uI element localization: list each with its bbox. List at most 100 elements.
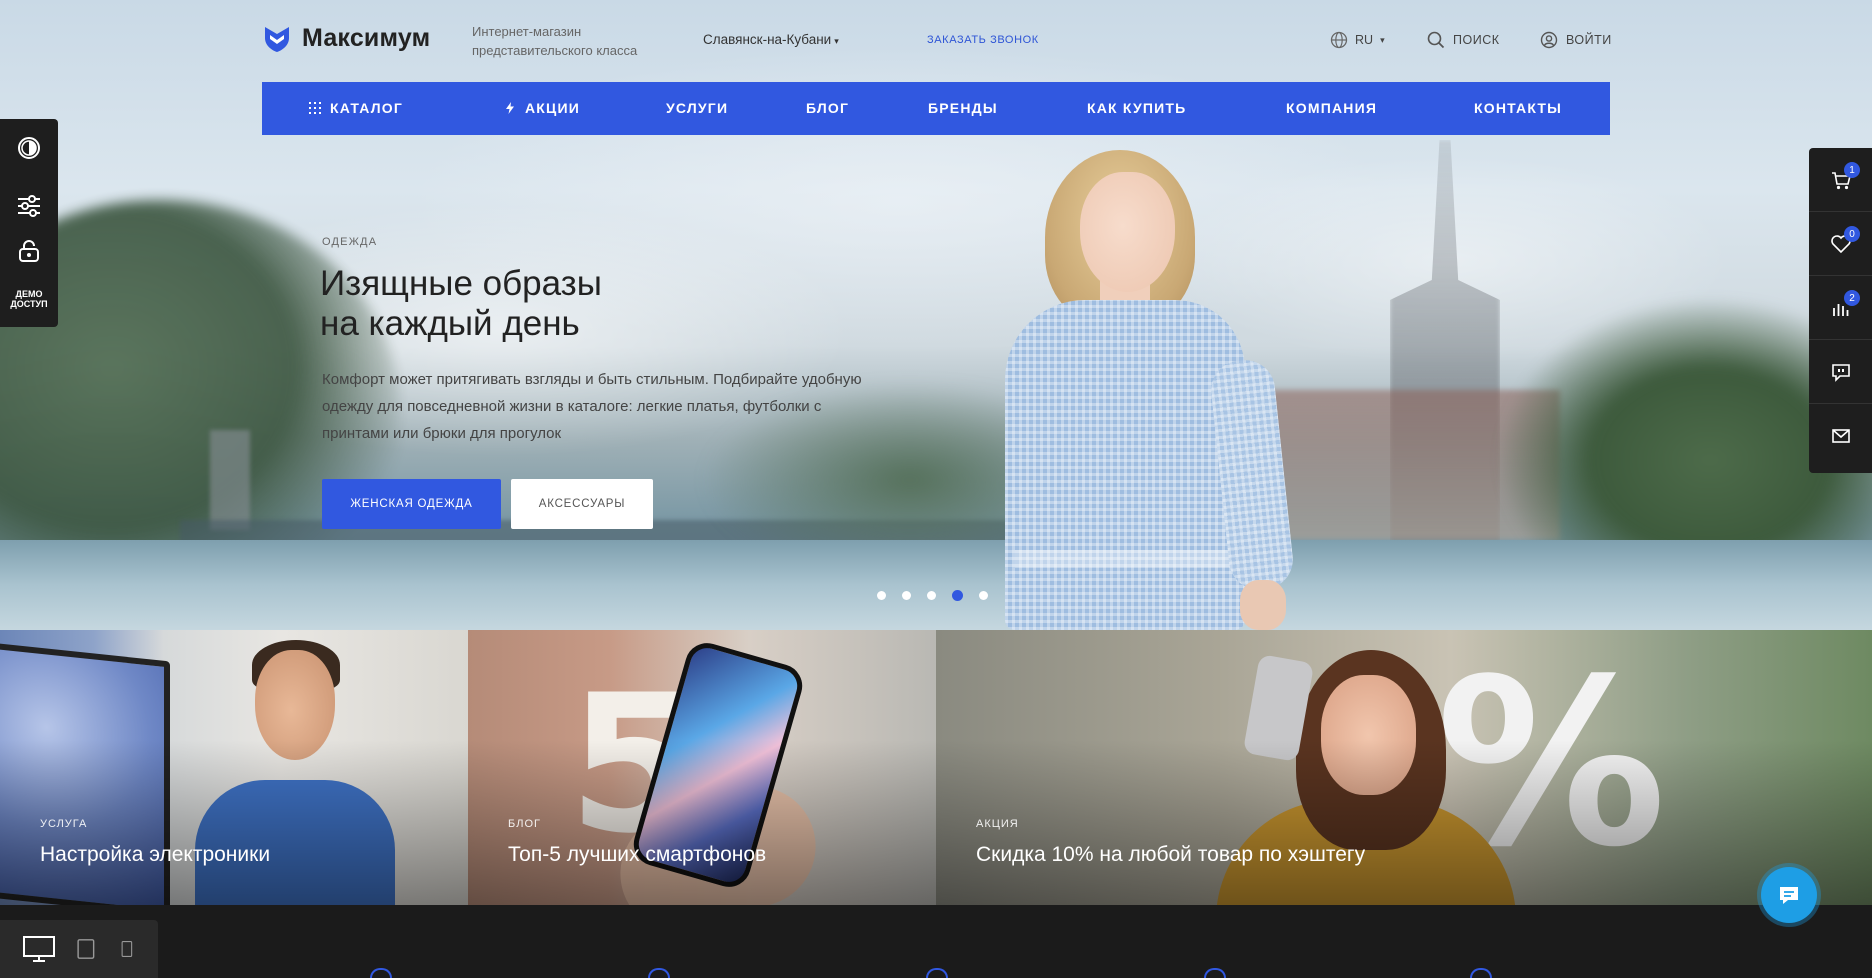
login-label: войти bbox=[1566, 33, 1612, 47]
nav-item-how-to-buy[interactable]: КАК КУПИТЬ bbox=[1087, 100, 1186, 116]
tablet-icon[interactable] bbox=[76, 934, 100, 964]
percent-graphic: % bbox=[1436, 631, 1667, 898]
compare-count-badge: 2 bbox=[1844, 290, 1860, 306]
main-nav: КАТАЛОГ АКЦИИ УСЛУГИ БЛОГ БРЕНДЫ КАК КУП… bbox=[262, 82, 1610, 135]
slider-dot-active[interactable] bbox=[952, 590, 963, 601]
feature-icon bbox=[370, 968, 392, 978]
demo-label-line: ДЕМО bbox=[15, 289, 43, 299]
nav-label: АКЦИИ bbox=[525, 100, 581, 116]
settings-button[interactable] bbox=[0, 177, 58, 235]
demo-access-label: ДЕМО ДОСТУП bbox=[0, 289, 58, 309]
left-tool-panel: ДЕМО ДОСТУП bbox=[0, 119, 58, 327]
compare-button[interactable]: 2 bbox=[1809, 276, 1872, 340]
nav-item-company[interactable]: КОМПАНИЯ bbox=[1286, 100, 1377, 116]
nav-label: КОНТАКТЫ bbox=[1474, 100, 1563, 116]
nav-label: БРЕНДЫ bbox=[928, 100, 998, 116]
feedback-button[interactable] bbox=[1809, 340, 1872, 404]
feature-icon bbox=[926, 968, 948, 978]
nav-item-brands[interactable]: БРЕНДЫ bbox=[928, 100, 998, 116]
hero-water bbox=[0, 540, 1872, 630]
demo-access-button[interactable] bbox=[0, 236, 58, 266]
banner-category: АКЦИЯ bbox=[976, 818, 1019, 830]
slider-dot[interactable] bbox=[877, 591, 886, 600]
feature-icon bbox=[648, 968, 670, 978]
accessories-button[interactable]: АКСЕССУАРЫ bbox=[511, 479, 653, 529]
hero-model-image bbox=[990, 150, 1310, 630]
number-five-graphic: 5 bbox=[568, 654, 701, 875]
person-face bbox=[1321, 675, 1416, 795]
desktop-icon[interactable] bbox=[22, 934, 56, 964]
right-quick-panel: 1 0 2 bbox=[1809, 148, 1872, 473]
banner-blog[interactable]: 5 БЛОГ Топ-5 лучших смартфонов bbox=[468, 630, 936, 905]
slide-category: ОДЕЖДА bbox=[322, 236, 378, 248]
logo[interactable]: Максимум bbox=[262, 23, 430, 53]
mobile-icon[interactable] bbox=[120, 934, 138, 964]
feature-icon bbox=[1204, 968, 1226, 978]
phone-image bbox=[1242, 653, 1315, 763]
favorites-count-badge: 0 bbox=[1844, 226, 1860, 242]
city-selector[interactable]: Славянск-на-Кубани ▾ bbox=[703, 32, 839, 47]
banner-service[interactable]: УСЛУГА Настройка электроники bbox=[0, 630, 468, 905]
chat-bubble-icon bbox=[1780, 887, 1798, 904]
model-face bbox=[1080, 172, 1175, 292]
feature-icon bbox=[1470, 968, 1492, 978]
person-hair bbox=[252, 640, 340, 690]
favorites-button[interactable]: 0 bbox=[1809, 212, 1872, 276]
search-icon bbox=[1427, 31, 1445, 49]
womens-clothing-button[interactable]: ЖЕНСКАЯ ОДЕЖДА bbox=[322, 479, 501, 529]
nav-label: КАК КУПИТЬ bbox=[1087, 100, 1187, 116]
chat-widget-button[interactable] bbox=[1761, 867, 1817, 923]
cart-count-badge: 1 bbox=[1844, 162, 1860, 178]
caret-down-icon: ▾ bbox=[1380, 34, 1385, 45]
language-label: RU bbox=[1355, 33, 1374, 47]
model-hand bbox=[1240, 580, 1286, 630]
nav-label: КОМПАНИЯ bbox=[1286, 100, 1378, 116]
hero-bridge-tower bbox=[210, 430, 250, 530]
slide-title: Изящные образы на каждый день bbox=[320, 264, 840, 344]
person-head bbox=[255, 650, 335, 760]
nav-item-promotions[interactable]: АКЦИИ bbox=[504, 100, 580, 116]
slide-title-line: на каждый день bbox=[320, 304, 580, 343]
footer-feature-icons bbox=[0, 968, 1872, 978]
logo-text: Максимум bbox=[302, 23, 431, 52]
nav-item-catalog[interactable]: КАТАЛОГ bbox=[309, 100, 403, 116]
search-button[interactable]: поиск bbox=[1427, 31, 1500, 49]
device-preview-bar bbox=[0, 920, 158, 978]
banner-promo[interactable]: % АКЦИЯ Скидка 10% на любой товар по хэш… bbox=[936, 630, 1872, 905]
slide-title-line: Изящные образы bbox=[320, 264, 602, 303]
theme-toggle-button[interactable] bbox=[0, 119, 58, 177]
search-label: поиск bbox=[1453, 33, 1500, 47]
tagline: Интернет-магазин представительского клас… bbox=[472, 24, 638, 58]
caret-down-icon: ▾ bbox=[834, 36, 839, 46]
banner-category: БЛОГ bbox=[508, 818, 541, 830]
slider-dots bbox=[877, 590, 988, 601]
banner-title: Настройка электроники bbox=[40, 843, 271, 866]
grid-icon bbox=[309, 102, 321, 114]
cart-button[interactable]: 1 bbox=[1809, 148, 1872, 212]
slide-description: Комфорт может притягивать взгляды и быть… bbox=[322, 371, 862, 442]
banner-title: Скидка 10% на любой товар по хэштегу bbox=[976, 843, 1366, 866]
key-lock-icon bbox=[19, 240, 39, 262]
banner-category: УСЛУГА bbox=[40, 818, 88, 830]
nav-label: КАТАЛОГ bbox=[330, 100, 403, 116]
slider-dot[interactable] bbox=[902, 591, 911, 600]
slider-dot[interactable] bbox=[927, 591, 936, 600]
person-hair bbox=[1296, 650, 1446, 850]
nav-item-contacts[interactable]: КОНТАКТЫ bbox=[1474, 100, 1562, 116]
city-label: Славянск-на-Кубани bbox=[703, 32, 832, 47]
email-button[interactable] bbox=[1809, 404, 1872, 468]
demo-label-line: ДОСТУП bbox=[10, 299, 48, 309]
user-icon bbox=[1540, 31, 1558, 49]
login-button[interactable]: войти bbox=[1540, 31, 1612, 49]
lightning-icon bbox=[506, 102, 514, 114]
nav-item-blog[interactable]: БЛОГ bbox=[806, 100, 849, 116]
logo-shield-icon bbox=[265, 27, 289, 52]
nav-item-services[interactable]: УСЛУГИ bbox=[666, 100, 728, 116]
globe-icon bbox=[1330, 31, 1348, 49]
model-dress bbox=[1005, 300, 1245, 630]
slider-dot[interactable] bbox=[979, 591, 988, 600]
nav-label: БЛОГ bbox=[806, 100, 850, 116]
callback-link[interactable]: ЗАКАЗАТЬ ЗВОНОК bbox=[927, 34, 1039, 46]
language-selector[interactable]: RU ▾ bbox=[1330, 31, 1385, 49]
site-header: Максимум Интернет-магазин представительс… bbox=[262, 18, 1612, 64]
